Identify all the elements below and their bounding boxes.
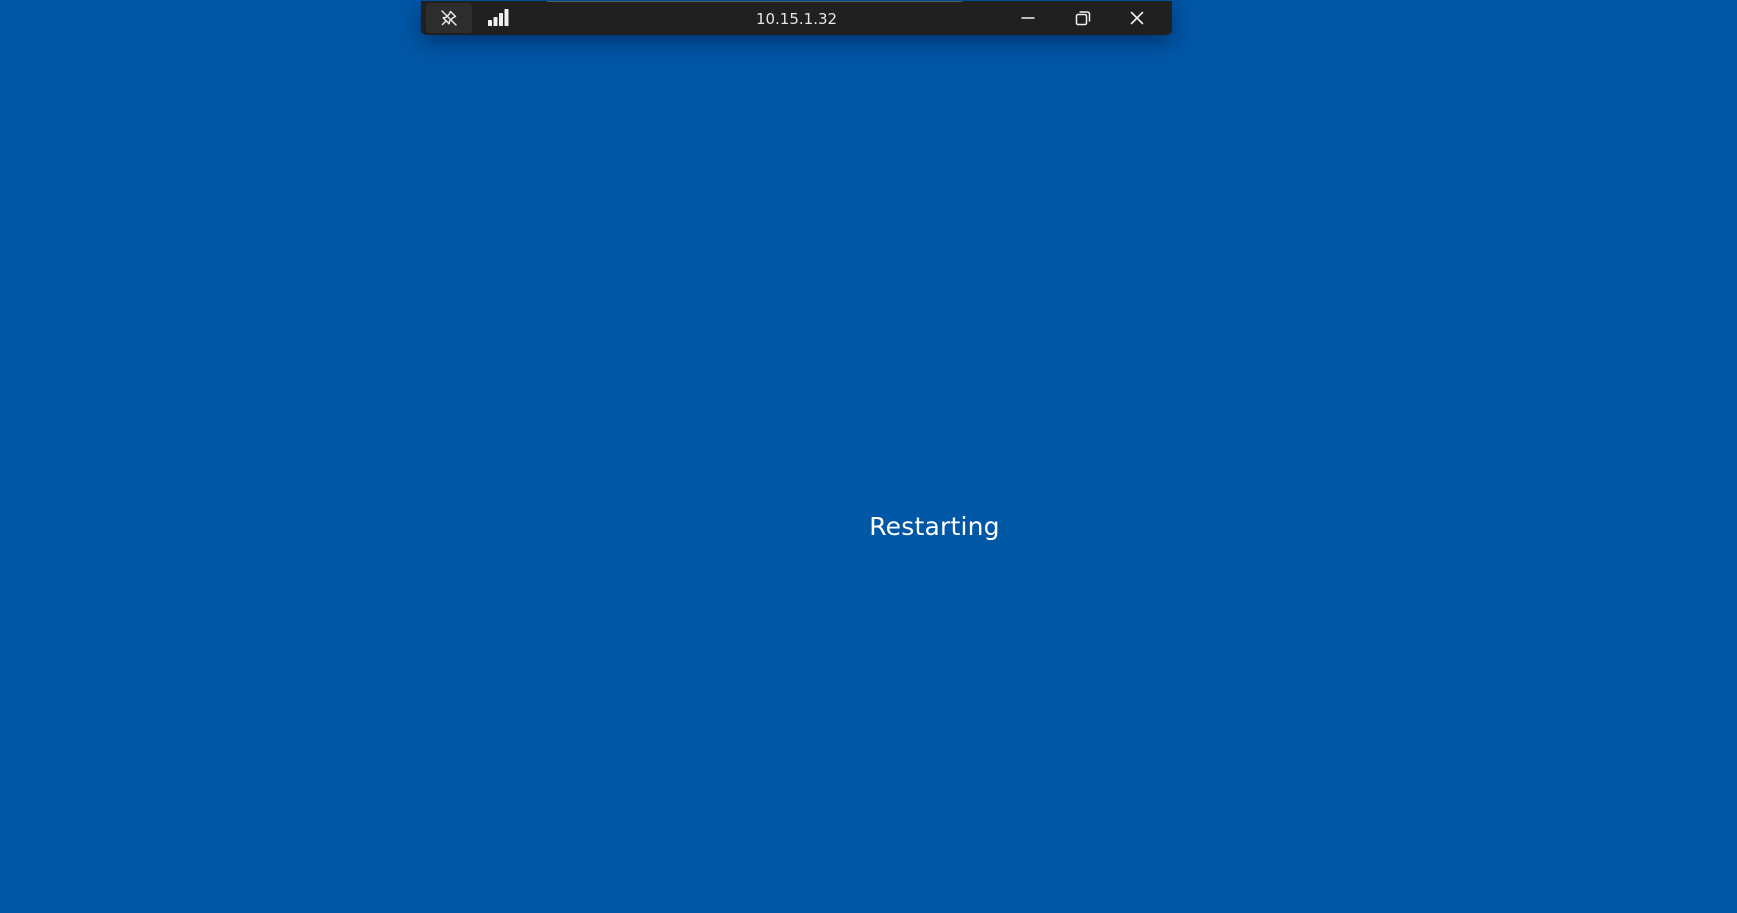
restart-status-text: Restarting [869, 512, 1000, 541]
signal-strength-icon [486, 8, 510, 28]
minimize-icon [1020, 10, 1036, 26]
connection-bar: 10.15.1.32 [421, 1, 1172, 35]
minimize-button[interactable] [1005, 3, 1051, 33]
connection-quality-button[interactable] [475, 3, 521, 33]
pin-button[interactable] [426, 3, 472, 33]
restore-icon [1074, 9, 1092, 27]
remote-desktop-screen: 10.15.1.32 Restarting [0, 0, 1737, 913]
close-icon [1129, 10, 1145, 26]
pin-off-icon [439, 8, 459, 28]
restore-button[interactable] [1060, 3, 1106, 33]
close-button[interactable] [1114, 3, 1160, 33]
connection-bar-highlight [547, 1, 962, 2]
